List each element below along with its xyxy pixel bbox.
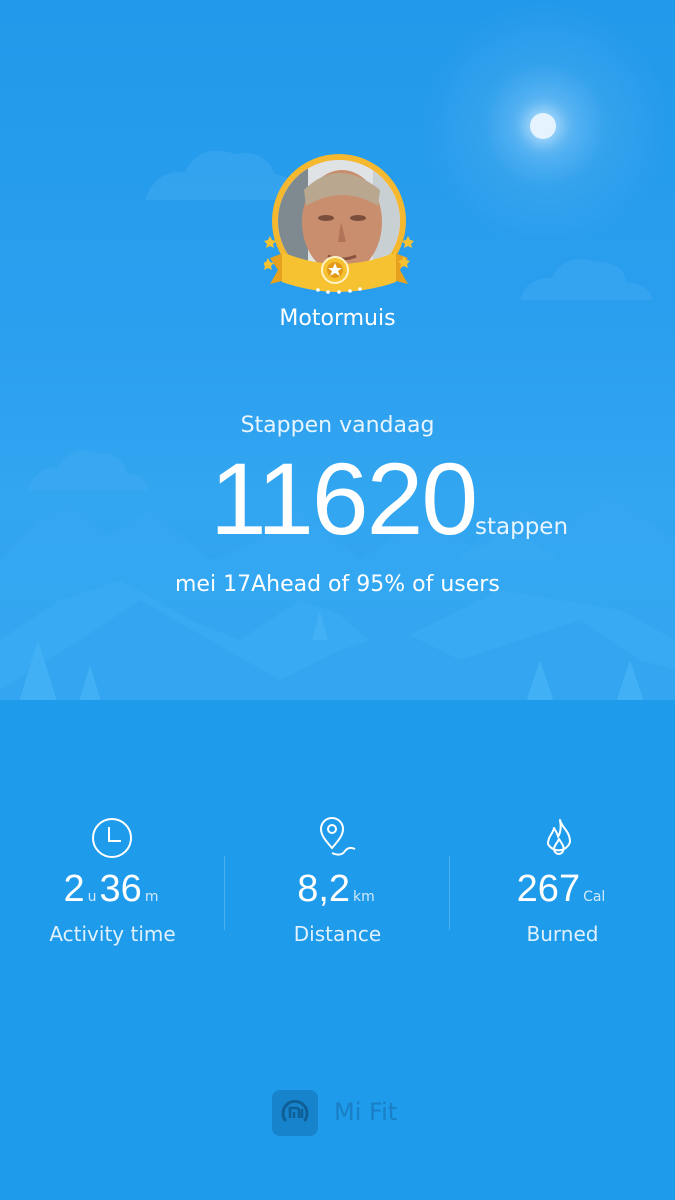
activity-minutes: 36: [99, 868, 142, 910]
username: Motormuis: [279, 306, 396, 331]
steps-unit: stappen: [475, 514, 569, 540]
distance-unit: km: [353, 889, 375, 905]
landscape-illustration: [0, 150, 675, 720]
steps-today-label: Stappen vandaag: [240, 413, 435, 438]
activity-hours: 2: [63, 868, 85, 910]
burned-caption: Burned: [526, 922, 599, 946]
distance-value-wrap: 8,2 km: [225, 868, 450, 911]
clock-icon: [92, 818, 132, 858]
flame-icon: [547, 819, 571, 855]
burned-stat[interactable]: 267 Cal Burned: [450, 812, 675, 962]
stats-row: 2 u36 m Activity time 8,2 km Distance 267 Ca…: [0, 812, 675, 962]
steps-ranking: Ahead of 95% of users: [251, 572, 500, 597]
distance-stat[interactable]: 8,2 km Distance: [225, 812, 450, 962]
activity-minutes-unit: m: [144, 889, 159, 905]
activity-time-caption: Activity time: [49, 922, 176, 946]
app-name: Mi Fit: [334, 1098, 398, 1126]
distance-value: 8,2: [297, 868, 351, 910]
burned-unit: Cal: [583, 889, 606, 905]
steps-date: mei 17: [175, 572, 252, 597]
location-pin-icon: [319, 817, 356, 856]
mi-fit-logo-glyph: [281, 1099, 309, 1122]
activity-time-stat[interactable]: 2 u36 m Activity time: [0, 812, 225, 962]
burned-value: 267: [516, 868, 581, 910]
steps-subtitle: mei 17Ahead of 95% of users: [175, 572, 500, 597]
stats-divider: [224, 856, 225, 930]
distance-caption: Distance: [293, 922, 382, 946]
activity-hours-unit: u: [87, 889, 97, 905]
stats-divider: [449, 856, 450, 930]
mi-fit-logo-icon: [272, 1090, 318, 1136]
header-scene: [0, 0, 675, 720]
burned-value-wrap: 267 Cal: [450, 868, 675, 911]
steps-count[interactable]: 11620: [210, 448, 478, 550]
profile-avatar-badge[interactable]: [264, 152, 414, 302]
achievement-medal-icon: [264, 236, 414, 294]
activity-time-value: 2 u36 m: [0, 868, 225, 911]
